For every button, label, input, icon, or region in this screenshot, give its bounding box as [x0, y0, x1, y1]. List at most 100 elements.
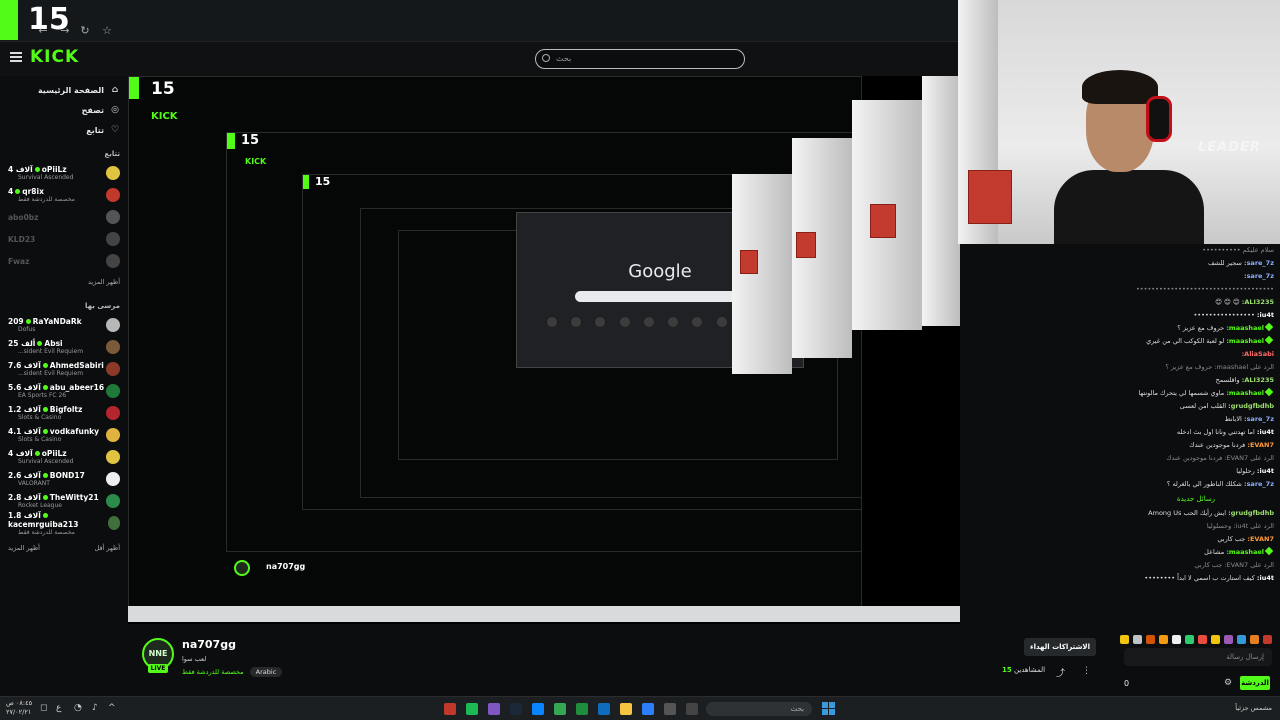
app-icon[interactable] — [488, 703, 500, 715]
taskbar-search[interactable]: بحث — [706, 702, 812, 716]
show-more-recommended[interactable]: أظهر المزيد — [8, 544, 40, 552]
edge-icon[interactable] — [532, 703, 544, 715]
emote-icon[interactable] — [1146, 635, 1155, 644]
gift-subscriptions-button[interactable]: الاشتراكات الهداء — [1024, 638, 1096, 656]
sidebar-channel-item[interactable]: 2.8 آلاف TheWitty21 Rocket League — [0, 490, 128, 512]
emote-icon[interactable] — [1159, 635, 1168, 644]
emote-icon[interactable] — [1133, 635, 1142, 644]
sidebar-channel-item[interactable]: 1.8 آلافkacemrguiba213 مخصصة للدردشة فقط — [0, 511, 128, 536]
sidebar-channel-item[interactable]: abo0bz — [0, 206, 128, 228]
back-icon[interactable]: ← — [36, 24, 50, 38]
sidebar-channel-item[interactable]: 1.2 آلاف Bigfoltz Slots & Casino — [0, 402, 128, 424]
kick-logo[interactable]: KICK — [30, 47, 79, 67]
chat-message[interactable]: ALI3235: 😊 😊 😊 — [1112, 296, 1280, 309]
reload-icon[interactable]: ↻ — [78, 24, 92, 38]
chat-message[interactable]: سلام عليكم •••••••••• — [1112, 244, 1280, 257]
show-more-following[interactable]: أظهر المزيد — [0, 272, 128, 292]
chat-message[interactable]: EVAN7: جب كاربي — [1112, 533, 1280, 546]
sidebar-channel-item[interactable]: 7.6 آلاف AhmedSabiri ...sident Evil Requie… — [0, 358, 128, 380]
chat-message[interactable]: الرد على EVAN7: فردنا موجودين عندك — [1112, 452, 1280, 465]
app-icon[interactable] — [444, 703, 456, 715]
emote-icon[interactable] — [1263, 635, 1272, 644]
chat-message[interactable]: maashael: لو لعبة الكوكب الي من غيري — [1112, 335, 1280, 348]
weather-text[interactable]: مشمس جزئياً — [1235, 704, 1272, 712]
chat-message[interactable]: maashael: مشاعل — [1112, 546, 1280, 559]
chat-message[interactable]: iu4t: رحلوليا — [1112, 465, 1280, 478]
emote-icon[interactable] — [1250, 635, 1259, 644]
chat-username[interactable]: iu4t: — [1257, 467, 1274, 475]
emote-icon[interactable] — [1185, 635, 1194, 644]
chat-username[interactable]: maashael: — [1226, 548, 1264, 556]
chat-message[interactable]: grudgfbdhb: القلب امن لعسى — [1112, 400, 1280, 413]
chat-message[interactable]: iu4t: كيف استارت ب اسمي لا ابداً •••••••… — [1112, 572, 1280, 585]
chat-message[interactable]: الرد على EVAN7: جب كاربي — [1112, 559, 1280, 572]
chat-message[interactable]: iu4t: •••••••••••••••• — [1112, 309, 1280, 322]
sidebar-item-home[interactable]: ⌂ الصفحة الرئيسية — [0, 80, 128, 100]
chat-message[interactable]: EVAN7: فردنا موجودين عندك — [1112, 439, 1280, 452]
sidebar-channel-item[interactable]: 4.1 آلاف vodkafunky Slots & Casino — [0, 424, 128, 446]
chat-username[interactable]: EVAN7: — [1247, 535, 1274, 543]
chat-message[interactable]: maashael: ماوي شسمها لي يتحرك مالونتها — [1112, 387, 1280, 400]
chat-message[interactable]: sare_7z: الابانط — [1112, 413, 1280, 426]
chevron-up-icon[interactable]: ^ — [108, 703, 116, 713]
notification-icon[interactable]: ◻ — [40, 703, 47, 713]
volume-icon[interactable]: ♪ — [92, 703, 98, 713]
bookmark-star-icon[interactable]: ☆ — [100, 24, 114, 38]
chat-username[interactable]: maashael: — [1226, 324, 1264, 332]
spotify-icon[interactable] — [466, 703, 478, 715]
chat-username[interactable]: maashael: — [1226, 389, 1264, 397]
emote-icon[interactable] — [1237, 635, 1246, 644]
chat-username[interactable]: sare_7z: — [1244, 480, 1274, 488]
sidebar-channel-item[interactable]: 209 RaYaNDaRk Dofus — [0, 314, 128, 336]
emote-icon[interactable] — [1172, 635, 1181, 644]
language-icon[interactable]: ع — [56, 703, 61, 713]
sidebar-channel-item[interactable]: 25 ألف Absi ...sident Evil Requiem — [0, 336, 128, 358]
chat-message[interactable]: sare_7z: — [1112, 270, 1280, 283]
chat-username[interactable]: iu4t: — [1257, 574, 1274, 582]
folder-icon[interactable] — [620, 703, 632, 715]
emote-icon[interactable] — [1224, 635, 1233, 644]
language-tag[interactable]: Arabic — [249, 667, 283, 677]
emote-icon[interactable] — [1198, 635, 1207, 644]
app-icon[interactable] — [598, 703, 610, 715]
windows-start-icon[interactable] — [822, 702, 835, 715]
chat-message[interactable]: grudgfbdhb: ايش رأيك الحب Among Us — [1112, 507, 1280, 520]
chat-send-button[interactable]: الدردشة — [1240, 676, 1270, 690]
chat-message[interactable]: ALI3235: واقلسمح — [1112, 374, 1280, 387]
chat-username[interactable]: iu4t: — [1257, 311, 1274, 319]
stream-player[interactable]: 15 KICK 15 KICK 15 Google na707gg — [128, 76, 960, 624]
chat-message[interactable]: iu4t: اما تهدتني ونانا اول بث ادخله — [1112, 426, 1280, 439]
chat-message[interactable]: sare_7z: سجير للشف — [1112, 257, 1280, 270]
sidebar-channel-item[interactable]: 4 qr8ix مخصصة للدردشة فقط — [0, 184, 128, 206]
chat-username[interactable]: iu4t: — [1257, 428, 1274, 436]
clock[interactable]: ٠٨:٤٥ ص ٢٧/٠٢/٢١ — [6, 699, 32, 717]
chat-message[interactable]: •••••••••••••••••••••••••••••••••••• — [1112, 283, 1280, 296]
calculator-icon[interactable] — [664, 703, 676, 715]
sidebar-channel-item[interactable]: 2.6 آلاف BOND17 VALORANT — [0, 468, 128, 490]
new-messages-divider[interactable]: رسائل جديدة — [1112, 491, 1280, 507]
app-icon[interactable] — [686, 703, 698, 715]
forward-icon[interactable]: → — [58, 24, 72, 38]
share-icon[interactable]: ⤴ — [1056, 666, 1065, 679]
search-input[interactable]: بحث — [535, 49, 745, 69]
chat-username[interactable]: grudgfbdhb: — [1228, 402, 1274, 410]
network-icon[interactable]: ◔ — [74, 703, 82, 713]
chat-input[interactable]: إرسال رسالة — [1124, 648, 1272, 666]
app-icon[interactable] — [642, 703, 654, 715]
sidebar-channel-item[interactable]: 5.6 آلاف abu_abeer16 EA Sports FC 26 — [0, 380, 128, 402]
chat-message[interactable]: الرد على maashael: حروف مع عزيز ؟ — [1112, 361, 1280, 374]
sidebar-channel-item[interactable]: 4 آلاف oPiiLz Survival Ascended — [0, 446, 128, 468]
chat-message[interactable]: AliaSabi: — [1112, 348, 1280, 361]
steam-icon[interactable] — [510, 703, 522, 715]
streamer-name[interactable]: na707gg — [182, 638, 236, 651]
chat-category-tag[interactable]: مخصصة للدردشة فقط — [182, 668, 244, 676]
more-options-icon[interactable]: ⋮ — [1082, 666, 1091, 676]
chat-username[interactable]: ALI3235: — [1242, 298, 1274, 306]
emote-icon[interactable] — [1120, 635, 1129, 644]
chat-message[interactable]: maashael: حروف مع عزيز ؟ — [1112, 322, 1280, 335]
chat-username[interactable]: sare_7z: — [1244, 415, 1274, 423]
chat-username[interactable]: AliaSabi: — [1242, 350, 1274, 358]
chat-username[interactable]: sare_7z: — [1244, 259, 1274, 267]
emote-icon[interactable] — [1211, 635, 1220, 644]
excel-icon[interactable] — [576, 703, 588, 715]
